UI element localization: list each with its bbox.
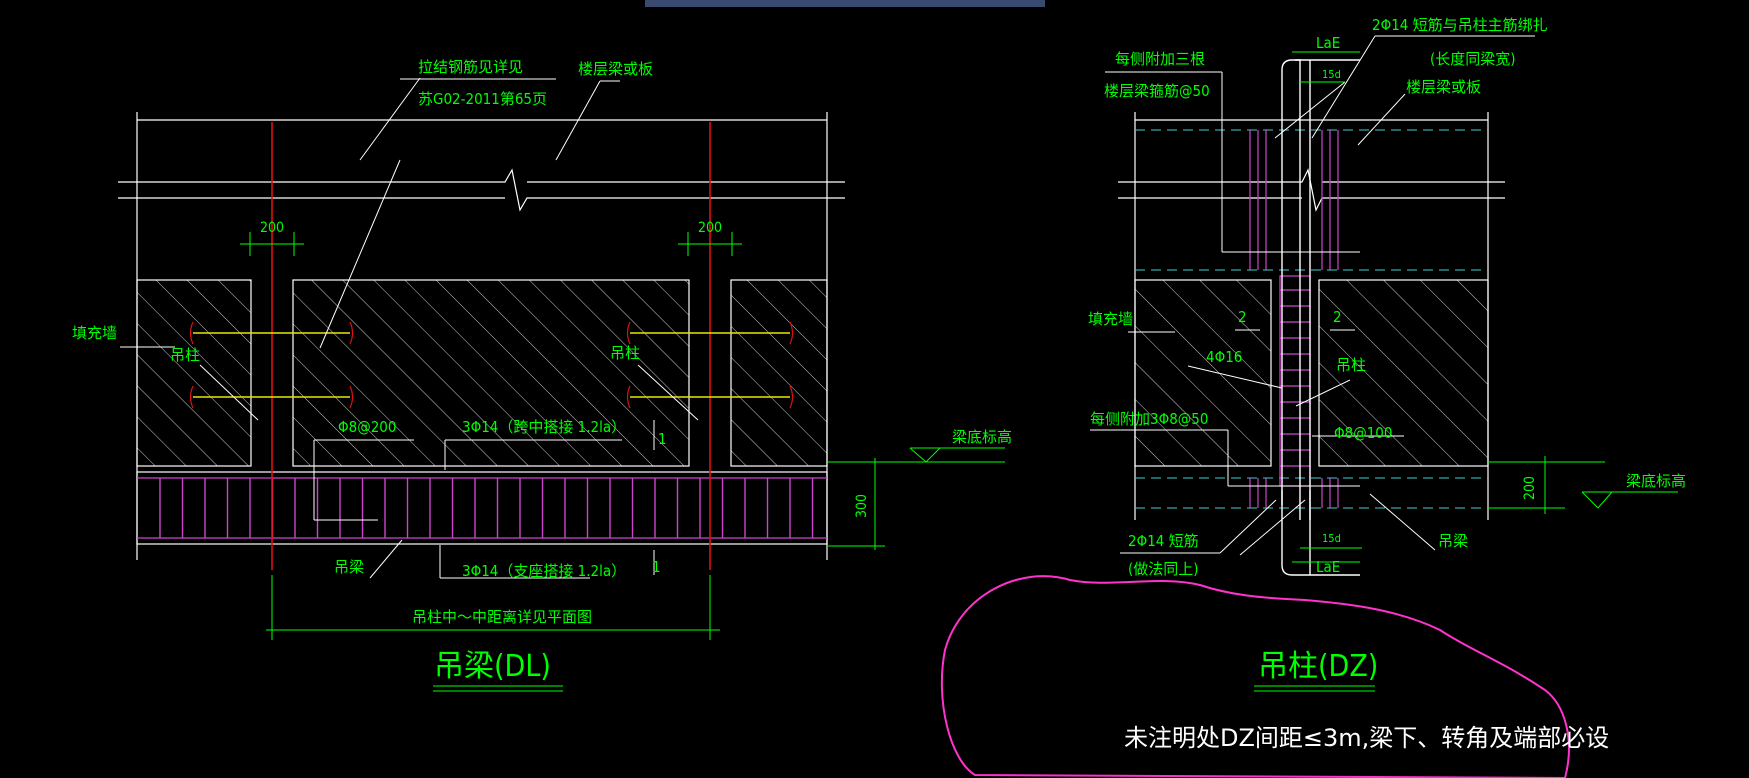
note-each-side-2: 楼层梁箍筋@50 xyxy=(1104,82,1210,100)
short-bar-1: 2Φ14 短筋 xyxy=(1128,532,1199,550)
d15-top: 15d xyxy=(1322,68,1341,81)
num-2-b: 2 xyxy=(1333,308,1342,326)
stirrup-label: Φ8@200 xyxy=(338,418,396,436)
slab-label-right: 楼层梁或板 xyxy=(1406,78,1481,96)
column-label-b: 吊柱 xyxy=(610,344,640,362)
hang-beam-title: 吊梁(DL) xyxy=(434,649,551,684)
dim-200-right: 200 xyxy=(1522,476,1538,500)
lae-bottom: LaE xyxy=(1316,558,1340,576)
note-ref-line-2: 苏G02-2011第65页 xyxy=(418,90,547,108)
dim-200-a: 200 xyxy=(260,220,284,236)
beam-label: 吊梁 xyxy=(334,558,364,576)
hang-beam-label-right: 吊梁 xyxy=(1438,532,1468,550)
infill-label: 填充墙 xyxy=(72,324,117,342)
section-mark-2: 1 xyxy=(652,558,661,576)
column-label-a: 吊柱 xyxy=(170,346,200,364)
hang-column-title: 吊柱(DZ) xyxy=(1258,649,1378,684)
cad-drawing: 拉结钢筋见详见 苏G02-2011第65页 楼层梁或板 200 200 填充墙 … xyxy=(72,16,1686,778)
hang-column-detail: LaE 15d 每侧附加三根 楼层梁箍筋@50 2Φ14 短筋与吊柱主筋绑扎 (… xyxy=(940,16,1686,778)
hang-beam-body xyxy=(136,471,828,545)
infill-wall-right xyxy=(1134,279,1489,467)
beam-bottom-label: 梁底标高 xyxy=(952,428,1012,446)
bottom-bar-label: 3Φ14（支座搭接 1.2la） xyxy=(462,562,626,580)
column-label-right: 吊柱 xyxy=(1336,356,1366,374)
dim-200-b: 200 xyxy=(698,220,722,236)
lae-top: LaE xyxy=(1316,34,1340,52)
dim-300: 300 xyxy=(854,494,870,518)
d15-bottom: 15d xyxy=(1322,532,1341,545)
beam-bottom-label-right: 梁底标高 xyxy=(1626,472,1686,490)
short-bar-2: (做法同上) xyxy=(1128,560,1199,578)
infill-label-right: 填充墙 xyxy=(1088,310,1133,328)
stirrup-add-label: 每侧附加3Φ8@50 xyxy=(1090,410,1208,428)
note-ref-line-1: 拉结钢筋见详见 xyxy=(418,58,523,76)
main-bar-label: 4Φ16 xyxy=(1206,348,1242,366)
tie-label: Φ8@100 xyxy=(1334,424,1392,442)
section-mark-1: 1 xyxy=(658,430,667,448)
span-label: 吊柱中～中距离详见平面图 xyxy=(412,608,592,626)
infill-wall xyxy=(136,279,828,467)
slab-label: 楼层梁或板 xyxy=(578,60,653,78)
note-short-bar-1: 2Φ14 短筋与吊柱主筋绑扎 xyxy=(1372,16,1548,34)
top-bar-label: 3Φ14（跨中搭接 1.2la） xyxy=(462,418,626,436)
hang-beam-detail: 拉结钢筋见详见 苏G02-2011第65页 楼层梁或板 200 200 填充墙 … xyxy=(72,58,1012,692)
note-short-bar-2: (长度同梁宽) xyxy=(1430,50,1516,68)
spacing-note: 未注明处DZ间距≤3m,梁下、转角及端部必设 xyxy=(1124,724,1609,752)
num-2-a: 2 xyxy=(1238,308,1247,326)
note-each-side-1: 每侧附加三根 xyxy=(1115,50,1205,68)
